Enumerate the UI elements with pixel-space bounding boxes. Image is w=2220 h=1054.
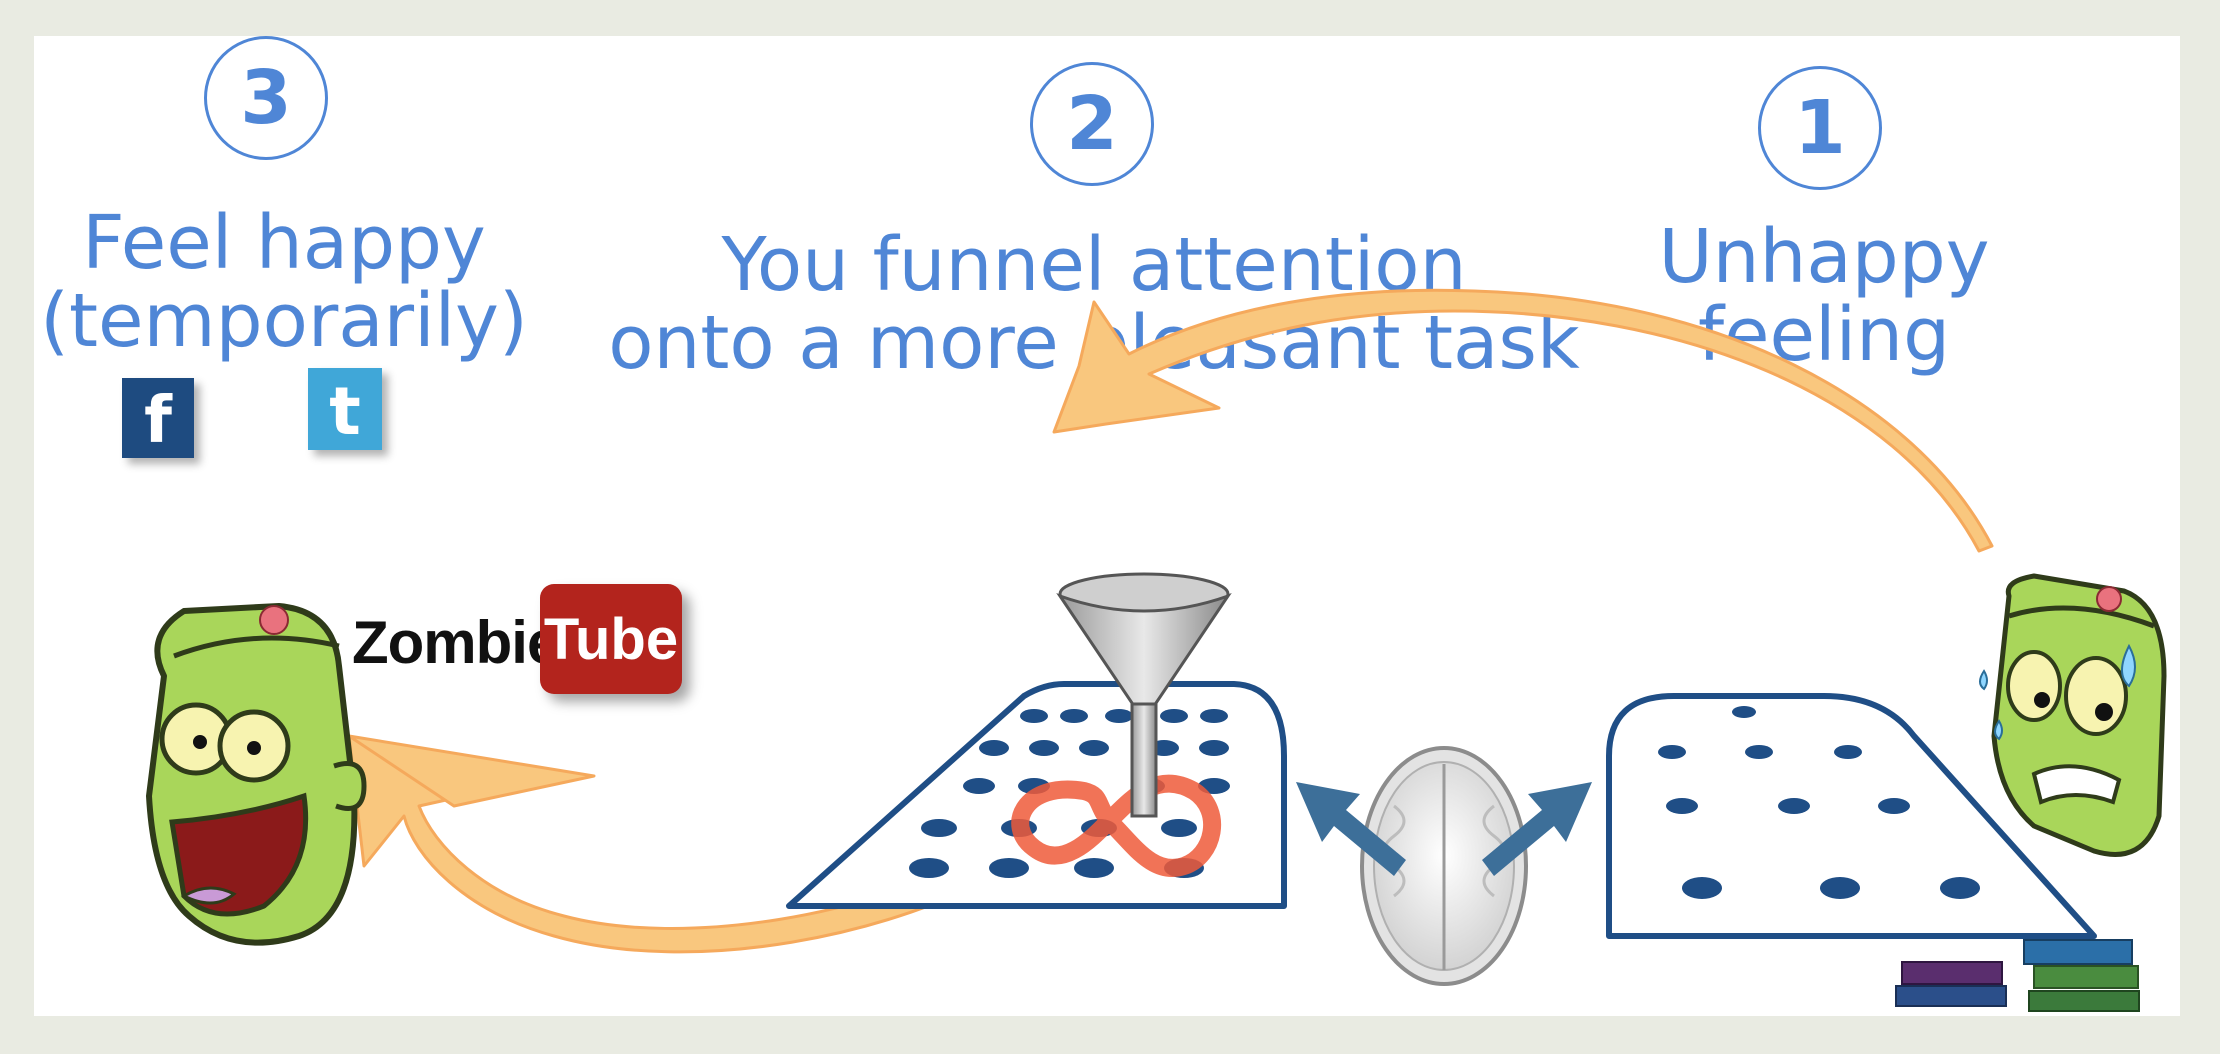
facebook-icon: f [122,378,194,458]
zombietube-logo-text: Zombie [352,609,560,676]
zombietube-logo-badge: Tube [540,584,682,694]
focused-attention-board [786,681,1287,909]
unhappy-zombie-icon [1979,573,2167,857]
illustration [146,288,2167,1012]
arrow-unhappy-to-funnel [1052,288,1994,553]
happy-zombie-icon [146,603,367,946]
page: 3 Feel happy (temporarily) 2 You funnel … [0,0,2220,1054]
diagram-panel: 3 Feel happy (temporarily) 2 You funnel … [34,36,2180,1016]
twitter-icon: t [308,368,382,450]
books-icon [1895,939,2140,1012]
